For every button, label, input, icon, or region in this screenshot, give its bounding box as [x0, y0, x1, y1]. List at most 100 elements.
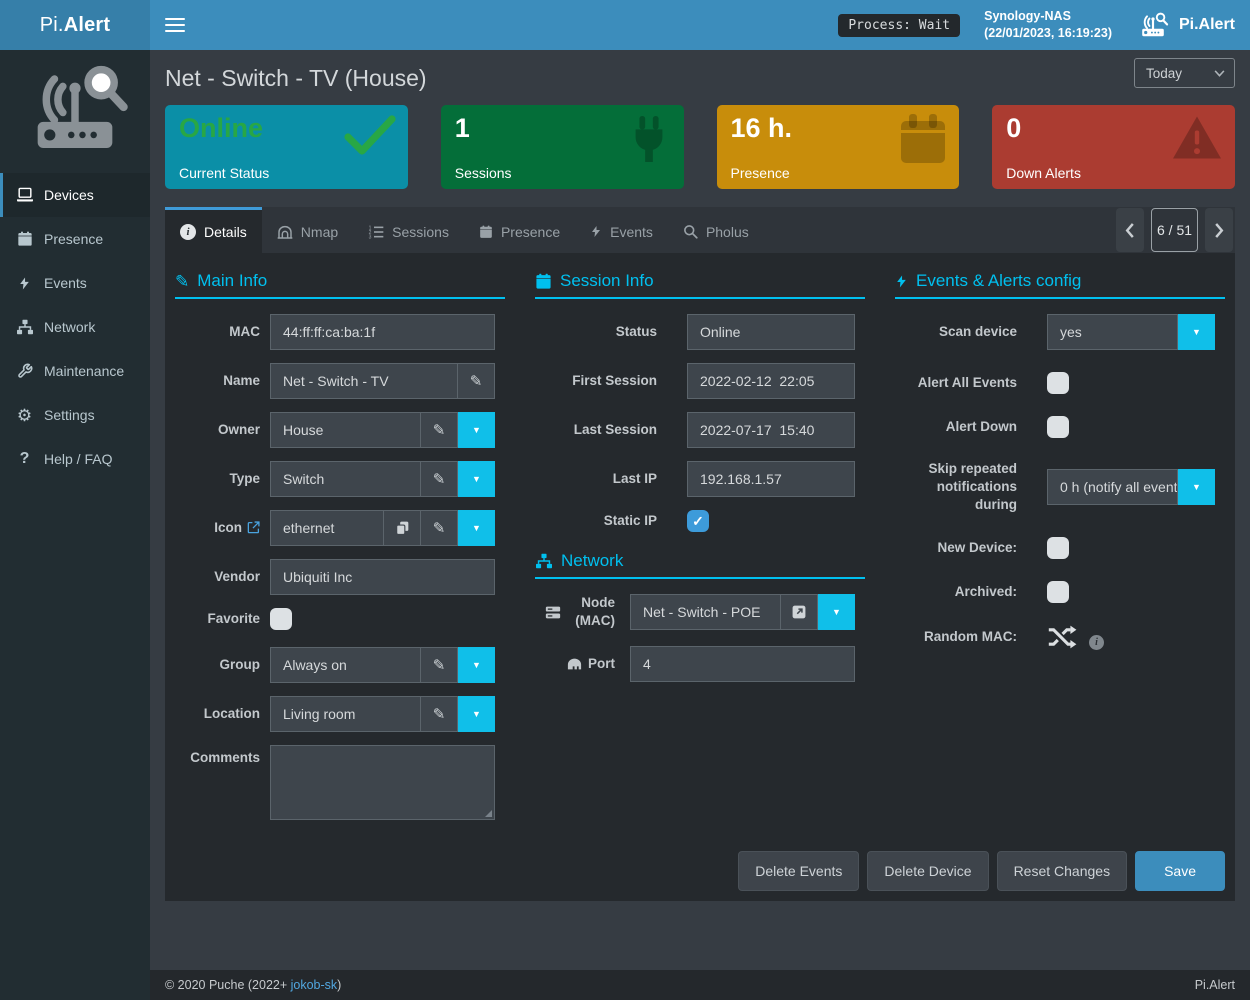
- field-icon: Icon ethernet ✎ ▼: [175, 510, 505, 546]
- next-device-button[interactable]: [1205, 208, 1233, 252]
- type-input[interactable]: Switch: [270, 461, 421, 497]
- owner-dropdown-button[interactable]: ▼: [458, 412, 495, 448]
- port-input[interactable]: 4: [630, 646, 855, 682]
- node-dropdown-button[interactable]: ▼: [818, 594, 855, 630]
- favorite-checkbox[interactable]: [270, 608, 292, 630]
- reset-changes-button[interactable]: Reset Changes: [997, 851, 1128, 891]
- field-label: Node (MAC): [535, 594, 615, 630]
- last-ip-input[interactable]: 192.168.1.57: [687, 461, 855, 497]
- skip-notifications-dropdown-button[interactable]: ▼: [1178, 469, 1215, 505]
- sidebar-item-events[interactable]: Events: [0, 261, 150, 305]
- sidebar-item-label: Maintenance: [44, 363, 124, 379]
- card-sessions[interactable]: 1 Sessions: [441, 105, 684, 189]
- field-label: Last Session: [535, 421, 657, 439]
- caret-down-icon: ▼: [472, 523, 481, 533]
- tab-nmap[interactable]: Nmap: [262, 207, 353, 253]
- field-type: Type Switch ✎ ▼: [175, 461, 505, 497]
- edit-icon-button[interactable]: ✎: [421, 510, 458, 546]
- footer-author-link[interactable]: jokob-sk: [291, 978, 338, 992]
- tab-label: Details: [204, 224, 247, 240]
- group-dropdown-button[interactable]: ▼: [458, 647, 495, 683]
- scan-device-dropdown-button[interactable]: ▼: [1178, 314, 1215, 350]
- info-icon[interactable]: i: [1089, 635, 1104, 650]
- app-logo[interactable]: Pi.Alert: [0, 0, 150, 50]
- session-info-section: Session Info Status Online First Session…: [535, 271, 865, 532]
- sidebar-item-devices[interactable]: Devices: [0, 173, 150, 217]
- field-archived: Archived:: [895, 581, 1225, 603]
- tab-details[interactable]: i Details: [165, 207, 262, 253]
- hamburger-menu-icon[interactable]: [165, 14, 185, 36]
- tab-events[interactable]: Events: [575, 207, 668, 253]
- icon-dropdown-button[interactable]: ▼: [458, 510, 495, 546]
- question-icon: ?: [15, 451, 34, 467]
- card-label: Down Alerts: [1006, 165, 1081, 181]
- status-input[interactable]: Online: [687, 314, 855, 350]
- location-dropdown-button[interactable]: ▼: [458, 696, 495, 732]
- last-session-input[interactable]: 2022-07-17 15:40: [687, 412, 855, 448]
- edit-owner-button[interactable]: ✎: [421, 412, 458, 448]
- pager-count: 6 / 51: [1151, 208, 1198, 252]
- sidebar-item-network[interactable]: Network: [0, 305, 150, 349]
- warning-icon: [1171, 114, 1223, 161]
- static-ip-checkbox[interactable]: ✓: [687, 510, 709, 532]
- sidebar-item-help[interactable]: ? Help / FAQ: [0, 437, 150, 481]
- tab-pholus[interactable]: Pholus: [668, 207, 764, 253]
- name-input[interactable]: Net - Switch - TV: [270, 363, 458, 399]
- card-down-alerts[interactable]: 0 Down Alerts: [992, 105, 1235, 189]
- edit-location-button[interactable]: ✎: [421, 696, 458, 732]
- main-info-section: ✎ Main Info MAC 44:ff:ff:ca:ba:1f Name N…: [175, 271, 505, 833]
- sidebar-item-label: Help / FAQ: [44, 451, 112, 467]
- vendor-input[interactable]: Ubiquiti Inc: [270, 559, 495, 595]
- type-dropdown-button[interactable]: ▼: [458, 461, 495, 497]
- field-node: Node (MAC) Net - Switch - POE ▼: [535, 594, 865, 630]
- edit-name-button[interactable]: ✎: [458, 363, 495, 399]
- top-nav: Process: Wait Synology-NAS (22/01/2023, …: [150, 0, 1250, 50]
- field-comments: Comments: [175, 745, 505, 820]
- sidebar-item-label: Presence: [44, 231, 103, 247]
- card-current-status[interactable]: Online Current Status: [165, 105, 408, 189]
- sidebar-item-maintenance[interactable]: Maintenance: [0, 349, 150, 393]
- alert-down-checkbox[interactable]: [1047, 416, 1069, 438]
- comments-textarea[interactable]: [270, 745, 495, 820]
- scan-device-input[interactable]: yes: [1047, 314, 1178, 350]
- alert-all-events-checkbox[interactable]: [1047, 372, 1069, 394]
- delete-events-button[interactable]: Delete Events: [738, 851, 859, 891]
- first-session-input[interactable]: 2022-02-12 22:05: [687, 363, 855, 399]
- open-node-button[interactable]: [781, 594, 818, 630]
- edit-group-button[interactable]: ✎: [421, 647, 458, 683]
- brand-right[interactable]: Pi.Alert: [1136, 12, 1235, 39]
- sitemap-icon: [535, 553, 553, 569]
- location-input[interactable]: Living room: [270, 696, 421, 732]
- copy-icon: [396, 521, 409, 535]
- new-device-checkbox[interactable]: [1047, 537, 1069, 559]
- sidebar-item-presence[interactable]: Presence: [0, 217, 150, 261]
- group-input[interactable]: Always on: [270, 647, 421, 683]
- tab-presence[interactable]: Presence: [464, 207, 575, 253]
- card-presence[interactable]: 16 h. Presence: [717, 105, 960, 189]
- field-label: Owner: [175, 421, 260, 439]
- sidebar-item-label: Settings: [44, 407, 95, 423]
- mac-input[interactable]: 44:ff:ff:ca:ba:1f: [270, 314, 495, 350]
- prev-device-button[interactable]: [1116, 208, 1144, 252]
- save-button[interactable]: Save: [1135, 851, 1225, 891]
- status-cards: Online Current Status 1 Sessions 16 h. P…: [150, 105, 1250, 189]
- skip-notifications-input[interactable]: 0 h (notify all event: [1047, 469, 1178, 505]
- caret-down-icon: ▼: [1192, 327, 1201, 337]
- caret-down-icon: ▼: [472, 474, 481, 484]
- check-icon: [344, 114, 396, 156]
- port-icon: [567, 658, 582, 670]
- tab-sessions[interactable]: 123 Sessions: [353, 207, 464, 253]
- field-static-ip: Static IP ✓: [535, 510, 865, 532]
- archived-checkbox[interactable]: [1047, 581, 1069, 603]
- field-label: Vendor: [175, 568, 260, 586]
- external-link-icon[interactable]: [247, 521, 260, 534]
- delete-device-button[interactable]: Delete Device: [867, 851, 988, 891]
- copy-icon-button[interactable]: [384, 510, 421, 546]
- node-input[interactable]: Net - Switch - POE: [630, 594, 781, 630]
- owner-input[interactable]: House: [270, 412, 421, 448]
- period-select[interactable]: Today: [1134, 58, 1235, 88]
- icon-input[interactable]: ethernet: [270, 510, 384, 546]
- sidebar-item-settings[interactable]: ⚙ Settings: [0, 393, 150, 437]
- edit-type-button[interactable]: ✎: [421, 461, 458, 497]
- host-timestamp: (22/01/2023, 16:19:23): [984, 25, 1112, 43]
